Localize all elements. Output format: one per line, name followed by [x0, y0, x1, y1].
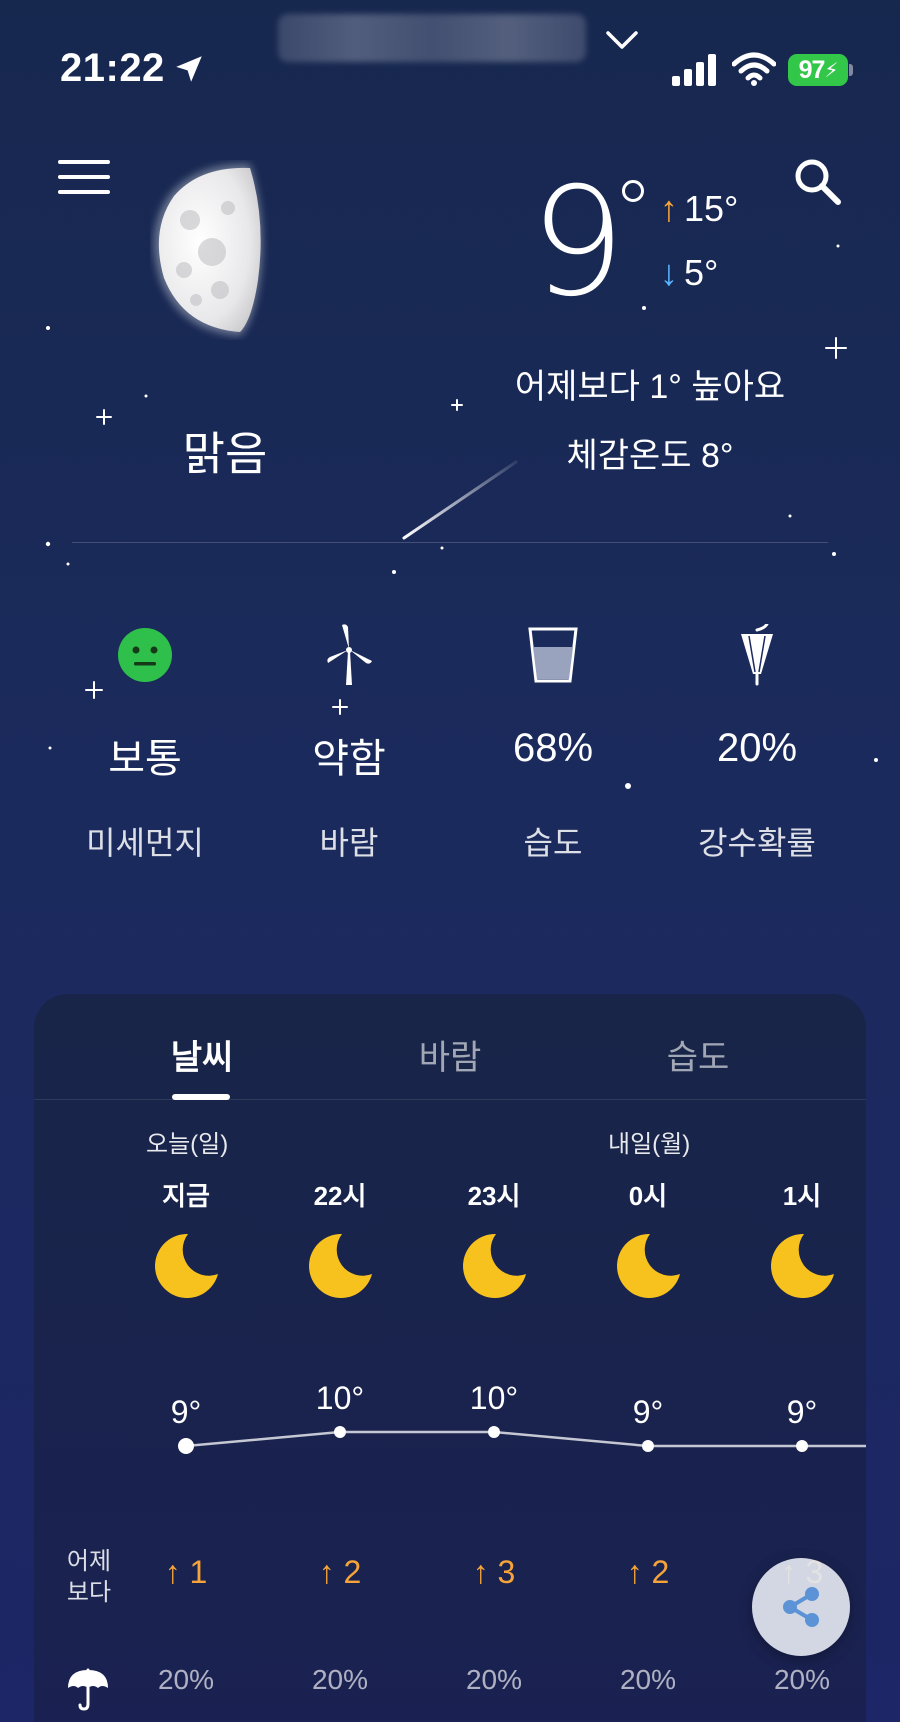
compare-yesterday: 어제보다 1° 높아요: [514, 368, 786, 406]
label-line: 어제: [66, 1548, 112, 1575]
temperature-point: [642, 1440, 654, 1452]
crescent-moon-icon: [463, 1233, 526, 1298]
wifi-icon: [732, 52, 776, 86]
day-label-tomorrow: 내일(월): [608, 1131, 691, 1158]
label-line: 보다: [66, 1579, 112, 1607]
tab-weather[interactable]: 날씨: [122, 1030, 282, 1079]
hour-temperature: 9°: [632, 1394, 664, 1430]
temperature-line-chart: [178, 1426, 866, 1454]
low-temperature: ↓ 5°: [660, 252, 718, 294]
day-label-today: 오늘(일): [146, 1131, 229, 1158]
hour-temperature: 9°: [170, 1394, 202, 1430]
share-button[interactable]: [752, 1558, 850, 1656]
shooting-star: [402, 460, 518, 540]
hour-label: 22시: [313, 1181, 367, 1211]
location-arrow-icon: [176, 56, 202, 82]
metric-wind[interactable]: 약함 바람: [254, 612, 444, 864]
neutral-face-icon: [118, 628, 172, 682]
hour-label: 23시: [467, 1181, 521, 1211]
clock: 21:22: [60, 46, 165, 90]
metric-fine-dust[interactable]: 보통 미세먼지: [50, 612, 240, 864]
chevron-down-icon[interactable]: [604, 28, 640, 52]
rain-chance: 20%: [773, 1664, 831, 1695]
feels-like: 체감온도 8°: [566, 437, 734, 475]
wind-turbine-icon: [327, 624, 372, 685]
temperature-point: [178, 1438, 194, 1454]
metric-value: 보통: [108, 737, 182, 781]
crescent-moon-icon: [771, 1233, 834, 1298]
tab-wind[interactable]: 바람: [370, 1030, 530, 1079]
metric-value: 약함: [312, 737, 386, 781]
umbrella-closed-icon: [741, 624, 773, 686]
diff-value: ↑ 3: [472, 1554, 516, 1590]
weather-condition: 맑음: [182, 428, 268, 480]
battery-level: 97: [798, 55, 826, 84]
forecast-tabs: 날씨 바람 습도: [34, 994, 866, 1100]
temperature-point: [488, 1426, 500, 1438]
arrow-up-icon: ↑: [660, 188, 678, 229]
diff-value: ↑ 1: [164, 1554, 208, 1590]
crescent-moon-icon: [617, 1233, 680, 1298]
hour-label: 0시: [628, 1181, 668, 1211]
metric-label: 강수확률: [698, 825, 816, 861]
rain-chance: 20%: [465, 1664, 523, 1695]
temperature-point: [796, 1440, 808, 1452]
diff-number: 1: [189, 1554, 208, 1590]
high-temperature: ↑ 15°: [660, 188, 738, 230]
metric-value: 20%: [716, 726, 798, 770]
temperature-point: [334, 1426, 346, 1438]
battery-indicator: 97 ⚡: [788, 54, 853, 86]
status-bar: 21:22 97 ⚡: [0, 0, 900, 140]
crescent-moon-icon: [155, 1233, 218, 1298]
hour-label: 1시: [782, 1181, 822, 1211]
half-moon-icon: [153, 163, 263, 336]
diff-number: 3: [497, 1554, 516, 1590]
forecast-card: 날씨 바람 습도 오늘(일) 내일(월) 지금 22시 23시 0시 1시 9°…: [34, 994, 866, 1722]
temperature-line: [185, 1430, 866, 1448]
diff-number: 2: [651, 1554, 670, 1590]
metric-label: 미세먼지: [86, 825, 204, 861]
tab-humidity[interactable]: 습도: [618, 1030, 778, 1079]
rain-chance: 20%: [619, 1664, 677, 1695]
high-temp-value: 15°: [684, 188, 739, 229]
section-divider: [72, 542, 828, 543]
diff-number: 2: [343, 1554, 362, 1590]
hour-temperature: 9°: [786, 1394, 818, 1430]
diff-value: ↑ 2: [318, 1554, 362, 1590]
cellular-signal-icon: [672, 54, 716, 86]
water-glass-icon: [528, 627, 578, 683]
metric-value: 68%: [512, 726, 594, 770]
metric-humidity[interactable]: 68% 습도: [458, 612, 648, 864]
search-icon[interactable]: [792, 156, 844, 208]
metric-label: 바람: [319, 825, 379, 861]
rain-chance: 20%: [157, 1664, 215, 1695]
menu-icon[interactable]: [58, 160, 110, 200]
metric-precipitation[interactable]: 20% 강수확률: [662, 612, 852, 864]
hour-temperature: 10°: [469, 1380, 519, 1416]
metric-label: 습도: [523, 825, 583, 861]
arrow-down-icon: ↓: [660, 252, 678, 293]
rain-chance: 20%: [311, 1664, 369, 1695]
compare-yesterday-label: 어제 보다: [54, 1546, 124, 1608]
hour-label: 지금: [162, 1181, 210, 1211]
active-tab-indicator: [172, 1094, 230, 1100]
blurred-location-label: [278, 14, 586, 62]
low-temp-value: 5°: [684, 252, 719, 293]
current-temperature: 9: [530, 156, 626, 330]
umbrella-icon: [68, 1668, 108, 1711]
hour-temperature: 10°: [315, 1380, 365, 1416]
degree-symbol: [622, 180, 644, 202]
crescent-moon-icon: [309, 1233, 372, 1298]
share-icon: [783, 1587, 819, 1627]
diff-value: ↑ 2: [626, 1554, 670, 1590]
